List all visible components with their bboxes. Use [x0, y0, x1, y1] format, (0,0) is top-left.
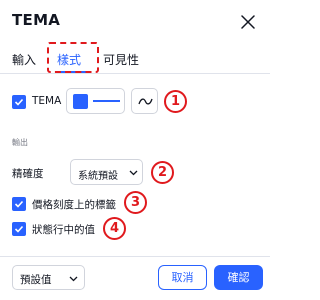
status-line-checkbox[interactable]: [12, 222, 26, 236]
annotation-badge-3: 3: [124, 191, 147, 214]
price-scale-label: 價格刻度上的標籤: [32, 199, 116, 211]
annotation-badge-1: 1: [164, 90, 187, 113]
section-output-heading: 輸出: [12, 138, 28, 147]
annotation-badge-2: 2: [151, 161, 174, 184]
tab-inputs[interactable]: 輸入: [12, 51, 36, 68]
cancel-button[interactable]: 取消: [158, 265, 207, 290]
tabs-divider: [0, 73, 270, 74]
close-icon[interactable]: [241, 15, 255, 29]
dialog-title: TEMA: [12, 11, 61, 29]
color-swatch: [73, 94, 88, 109]
plot-color-button[interactable]: [66, 88, 125, 114]
footer-divider: [0, 256, 270, 257]
chevron-down-icon: [129, 170, 138, 176]
plot-style-button[interactable]: [131, 88, 158, 114]
line-preview: [93, 100, 120, 102]
precision-select[interactable]: 系統預設: [70, 159, 143, 185]
chevron-down-icon: [69, 276, 78, 282]
wave-line-icon: [138, 98, 153, 105]
price-scale-label-checkbox[interactable]: [12, 197, 26, 211]
checkmark-icon: [14, 200, 24, 208]
tema-plot-label: TEMA: [32, 95, 62, 107]
defaults-label: 預設值: [20, 274, 52, 286]
precision-label: 精確度: [12, 168, 44, 180]
tema-plot-checkbox[interactable]: [12, 95, 26, 109]
tab-visibility[interactable]: 可見性: [103, 51, 139, 68]
checkmark-icon: [14, 225, 24, 233]
status-line-label: 狀態行中的值: [32, 224, 95, 236]
precision-value: 系統預設: [78, 171, 118, 182]
ok-button[interactable]: 確認: [214, 265, 263, 290]
checkmark-icon: [14, 98, 24, 106]
defaults-dropdown[interactable]: 預設值: [12, 265, 85, 290]
annotation-badge-4: 4: [103, 217, 126, 240]
tab-highlight-annotation: [47, 42, 99, 73]
